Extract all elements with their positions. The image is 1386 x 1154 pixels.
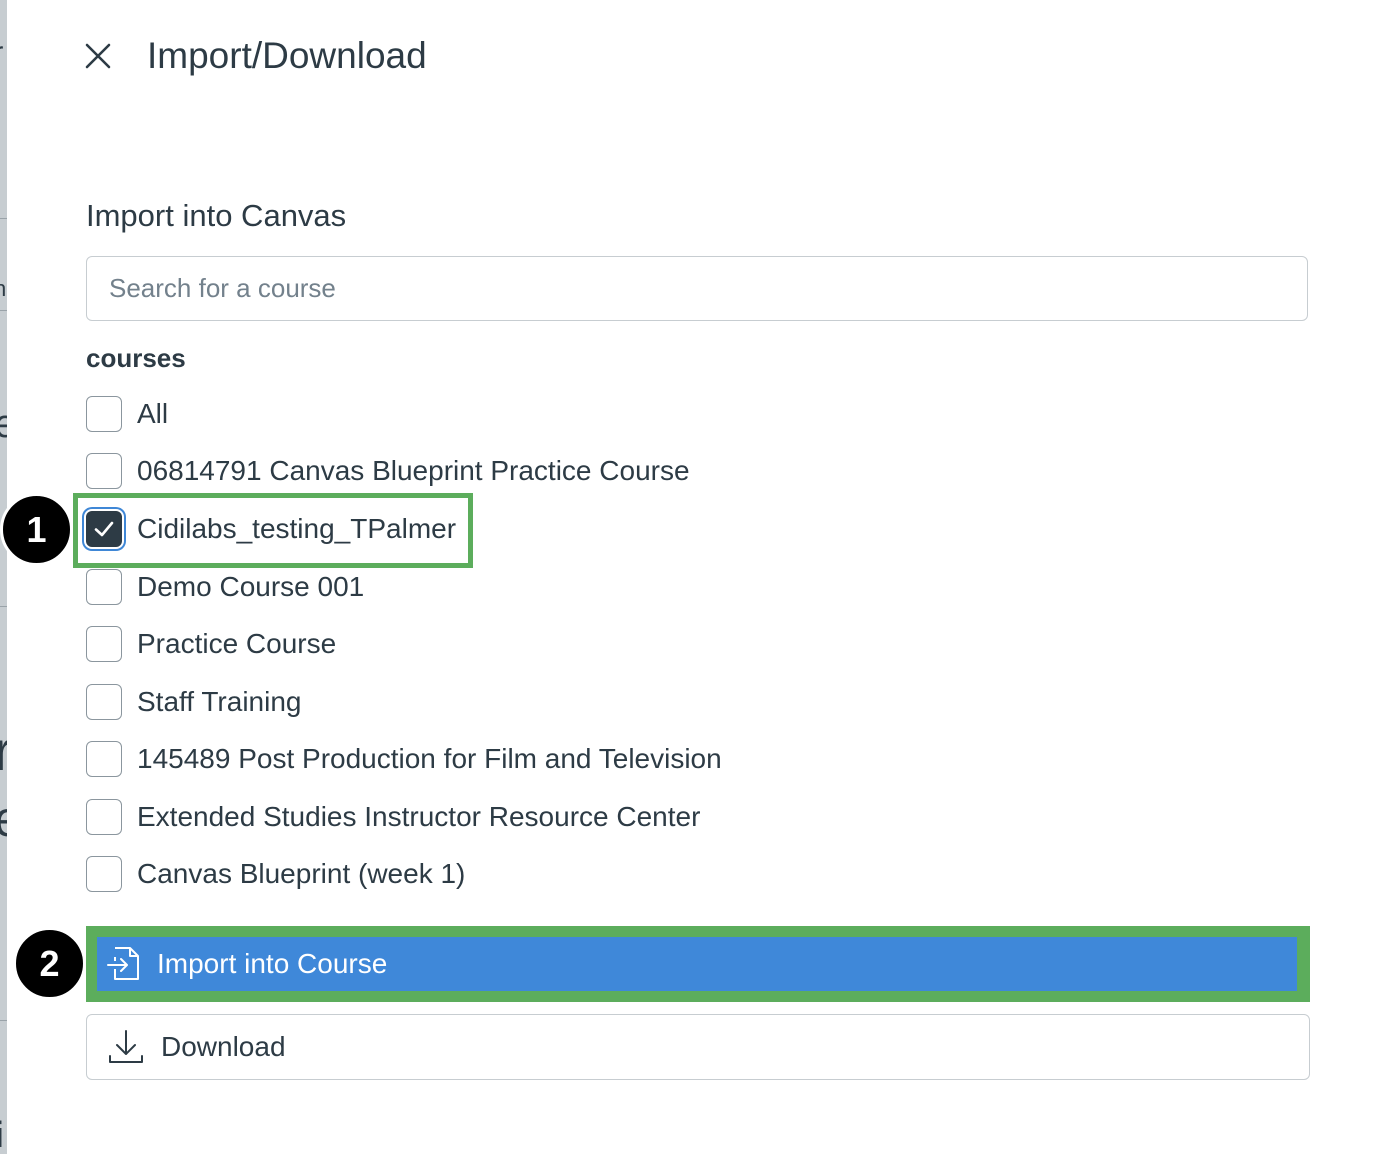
background-text-fragment: i: [0, 1114, 4, 1154]
background-text-fragment: r: [0, 718, 7, 783]
checkbox[interactable]: [86, 741, 122, 777]
course-label: 06814791 Canvas Blueprint Practice Cours…: [137, 455, 690, 486]
import-icon: [107, 947, 139, 980]
course-label: Practice Course: [137, 628, 337, 659]
course-checkbox-canvas-blueprint[interactable]: Canvas Blueprint (week 1): [86, 854, 465, 894]
course-label: Demo Course 001: [137, 571, 365, 602]
course-checkbox-staff-training[interactable]: Staff Training: [86, 682, 301, 722]
checkmark-icon: [94, 521, 114, 537]
step-badge-1: 1: [0, 493, 73, 566]
checkbox[interactable]: [86, 453, 122, 489]
course-label: All: [137, 398, 169, 429]
background-text-fragment: n: [0, 276, 7, 301]
background-text-fragment: r: [0, 36, 3, 68]
download-button-label: Download: [161, 1031, 286, 1062]
checkbox-checked[interactable]: [86, 511, 122, 547]
course-label: Canvas Blueprint (week 1): [137, 858, 466, 889]
course-label: Staff Training: [137, 686, 302, 717]
course-checkbox-145489[interactable]: 145489 Post Production for Film and Tele…: [86, 739, 722, 779]
import-button-label: Import into Course: [157, 948, 388, 979]
background-divider: [0, 310, 7, 311]
course-label: Extended Studies Instructor Resource Cen…: [137, 801, 701, 832]
background-divider: [0, 606, 7, 607]
close-icon: [85, 43, 111, 69]
courses-list-label: courses: [86, 343, 186, 373]
course-checkbox-06814791[interactable]: 06814791 Canvas Blueprint Practice Cours…: [86, 451, 690, 491]
background-divider: [0, 218, 7, 219]
checkbox[interactable]: [86, 684, 122, 720]
course-search-input[interactable]: [86, 256, 1308, 321]
highlight-box: Import into Course: [86, 926, 1310, 1002]
close-button[interactable]: [80, 38, 116, 74]
checkbox[interactable]: [86, 799, 122, 835]
course-checkbox-all[interactable]: All: [86, 394, 168, 434]
background-text-fragment: e: [0, 402, 7, 447]
course-checkbox-extended-studies[interactable]: Extended Studies Instructor Resource Cen…: [86, 797, 700, 837]
checkbox[interactable]: [86, 626, 122, 662]
download-icon: [109, 1030, 143, 1063]
checkbox[interactable]: [86, 396, 122, 432]
tray-title: Import/Download: [147, 35, 427, 76]
background-divider: [0, 1020, 7, 1021]
import-into-course-button[interactable]: Import into Course: [97, 937, 1297, 991]
course-checkbox-cidilabs[interactable]: Cidilabs_testing_TPalmer: [86, 509, 456, 549]
checkbox[interactable]: [86, 569, 122, 605]
course-label: 145489 Post Production for Film and Tele…: [137, 743, 722, 774]
background-text-fragment: :: [0, 876, 2, 910]
background-page-edge: r n e r e : i: [0, 0, 7, 1154]
background-text-fragment: e: [0, 790, 7, 848]
section-heading: Import into Canvas: [86, 198, 347, 233]
course-checkbox-practice-course[interactable]: Practice Course: [86, 624, 336, 664]
course-checkbox-demo-course[interactable]: Demo Course 001: [86, 567, 364, 607]
checkbox[interactable]: [86, 856, 122, 892]
course-label: Cidilabs_testing_TPalmer: [137, 513, 457, 544]
step-badge-2: 2: [13, 927, 86, 1000]
download-button[interactable]: Download: [86, 1014, 1310, 1080]
